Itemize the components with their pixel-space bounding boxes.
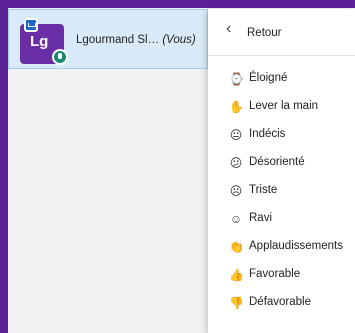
menu-item-indecis[interactable]: 😐 Indécis xyxy=(208,121,355,149)
menu-item-desoriente[interactable]: 😕 Désorienté xyxy=(208,149,355,177)
menu-item-label: Ravi xyxy=(249,212,273,224)
menu-item-label: Triste xyxy=(249,184,278,196)
thumbs-down-icon: 👎 xyxy=(229,296,244,310)
microphone-icon xyxy=(52,49,68,65)
menu-item-favorable[interactable]: 👍 Favorable xyxy=(208,261,355,289)
user-name: Lgourmand Sl… (Vous) xyxy=(76,34,196,46)
menu-item-applaudissements[interactable]: 👏 Applaudissements xyxy=(208,233,355,261)
menu-item-defavorable[interactable]: 👎 Défavorable xyxy=(208,289,355,317)
status-menu: ‹ Retour ⌚ Éloigné ✋ Lever la main 😐 Ind… xyxy=(208,9,355,333)
raised-hand-icon: ✋ xyxy=(229,100,244,114)
menu-item-eloigne[interactable]: ⌚ Éloigné xyxy=(208,65,355,93)
menu-item-lever-la-main[interactable]: ✋ Lever la main xyxy=(208,93,355,121)
clock-icon: ⌚ xyxy=(229,72,244,86)
back-label: Retour xyxy=(247,27,282,39)
back-button[interactable]: ‹ Retour xyxy=(208,9,355,56)
menu-item-label: Favorable xyxy=(249,268,301,280)
menu-item-label: Indécis xyxy=(249,128,286,140)
neutral-face-icon: 😐 xyxy=(229,128,243,142)
chevron-left-icon: ‹ xyxy=(226,20,232,37)
menu-item-label: Lever la main xyxy=(249,100,319,112)
menu-item-label: Défavorable xyxy=(249,296,312,308)
thumbs-up-icon: 👍 xyxy=(229,268,244,282)
confused-face-icon: 😕 xyxy=(229,156,243,170)
menu-item-label: Désorienté xyxy=(249,156,305,168)
user-self-suffix: (Vous) xyxy=(162,34,196,46)
menu-item-triste[interactable]: ☹ Triste xyxy=(208,177,355,205)
menu-item-ravi[interactable]: ☺ Ravi xyxy=(208,205,355,233)
happy-face-icon: ☺ xyxy=(229,212,243,226)
menu-item-label: Applaudissements xyxy=(249,240,343,252)
presenter-status-icon xyxy=(24,18,38,32)
clapping-hands-icon: 👏 xyxy=(229,240,244,254)
avatar-initials: Lg xyxy=(30,33,49,50)
user-name-text: Lgourmand Sl… xyxy=(76,34,160,46)
menu-item-label: Éloigné xyxy=(249,72,288,84)
sad-face-icon: ☹ xyxy=(229,184,243,198)
